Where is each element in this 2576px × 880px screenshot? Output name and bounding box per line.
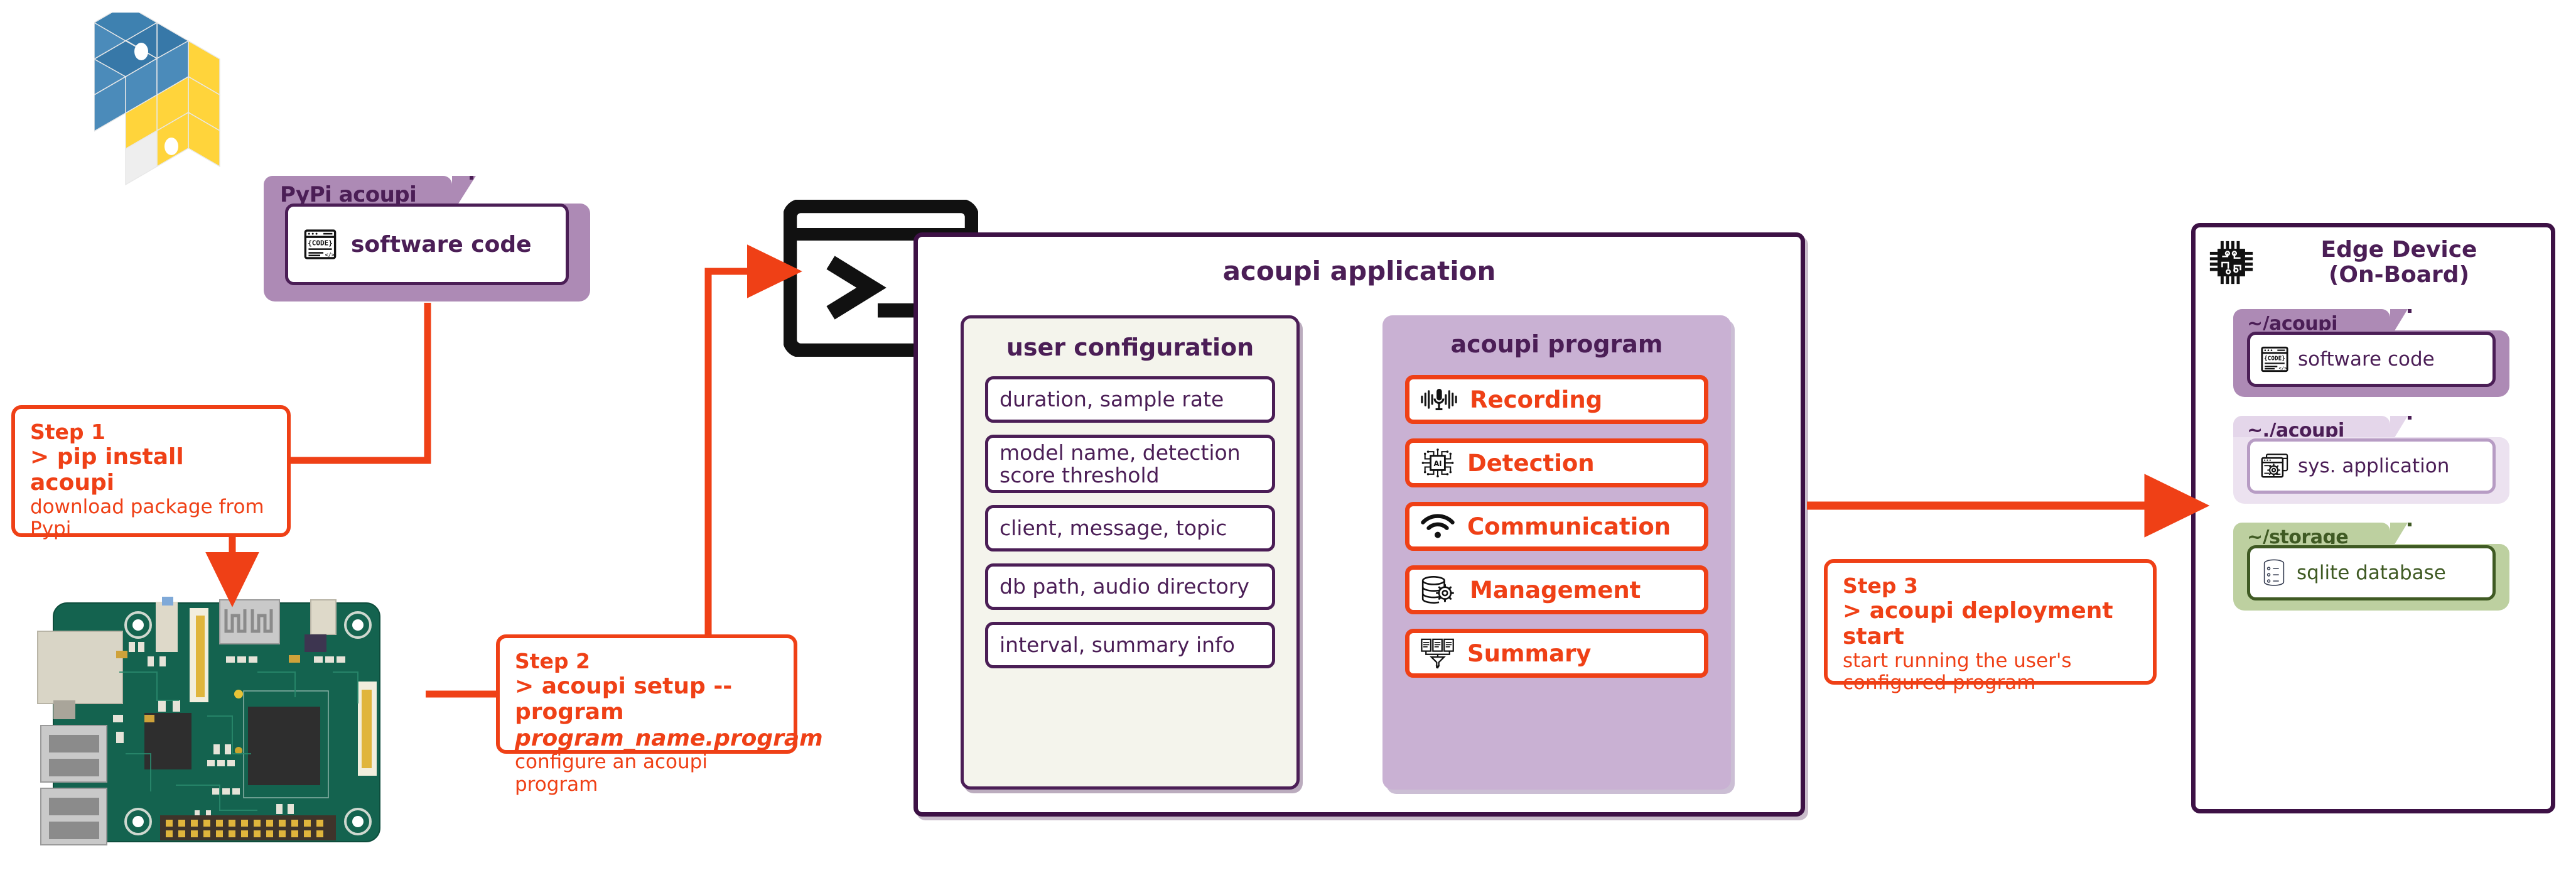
edge-device-title: Edge Device (On-Board) <box>2320 237 2477 288</box>
step-1-title: Step 1 <box>30 420 105 444</box>
wifi-icon <box>1420 512 1456 541</box>
documents-funnel-icon <box>1420 638 1456 669</box>
python-logo-isometric <box>94 13 257 188</box>
program-item-label: Management <box>1470 576 1641 604</box>
svg-text:{CODE}: {CODE} <box>308 239 333 247</box>
config-item[interactable]: model name, detection score threshold <box>985 435 1275 494</box>
program-item-label: Communication <box>1467 513 1671 540</box>
step-2-title: Step 2 <box>515 649 590 673</box>
acoupi-program-title: acoupi program <box>1450 330 1663 358</box>
program-item-label: Summary <box>1467 639 1592 667</box>
code-window-icon: {CODE} </> <box>2260 345 2289 374</box>
program-item-management[interactable]: Management <box>1405 565 1708 614</box>
user-configuration-list: duration, sample rate model name, detect… <box>985 376 1275 669</box>
edge-folder-item-software-code[interactable]: {CODE} </> software code <box>2247 332 2496 387</box>
connector-pypi-to-step1 <box>291 303 431 464</box>
edge-folder-item-label: sqlite database <box>2297 562 2446 584</box>
acoupi-application-title: acoupi application <box>1222 256 1496 286</box>
acoupi-program-list: Recording AI Detection Communication Man… <box>1405 375 1708 678</box>
step-3-callout: Step 3 > acoupi deployment start start r… <box>1824 559 2157 694</box>
program-item-recording[interactable]: Recording <box>1405 375 1708 424</box>
user-configuration-panel: user configuration duration, sample rate… <box>961 315 1300 790</box>
code-window-icon: {CODE} </> <box>303 227 337 261</box>
program-item-label: Detection <box>1467 449 1595 477</box>
edge-device-panel: Edge Device (On-Board) ~/acoupi {CODE} <… <box>2191 223 2555 813</box>
edge-folder-acoupi-app: ~./acoupi sys. application <box>2233 416 2509 504</box>
user-configuration-title: user configuration <box>1006 334 1254 361</box>
step-1-command: > pip install acoupi <box>30 443 184 496</box>
svg-text:</>: </> <box>325 251 335 258</box>
program-item-label: Recording <box>1470 386 1603 413</box>
program-item-detection[interactable]: AI Detection <box>1405 438 1708 487</box>
acoupi-application-panel: acoupi application user configuration du… <box>913 232 1805 817</box>
step-2-description: configure an acoupi program <box>515 751 708 796</box>
program-item-summary[interactable]: Summary <box>1405 629 1708 678</box>
app-windows-gear-icon <box>2260 452 2289 481</box>
diagram-canvas: PyPi acoupi {CODE} </> software code Ste… <box>0 0 2576 880</box>
pypi-software-code-item[interactable]: {CODE} </> software code <box>285 204 569 285</box>
step-1-description: download package from Pypi <box>30 495 264 541</box>
step-1-callout: Step 1 > pip install acoupi download pac… <box>11 405 291 540</box>
config-item[interactable]: client, message, topic <box>985 505 1275 552</box>
edge-folder-storage: ~/storage sqlite database <box>2233 523 2509 611</box>
edge-device-header: Edge Device (On-Board) <box>2207 237 2540 287</box>
edge-folder-item-label: software code <box>2298 348 2435 371</box>
edge-folder-item-label: sys. application <box>2298 455 2450 477</box>
step-2-command-argument: program_name.program <box>515 725 823 751</box>
config-item[interactable]: db path, audio directory <box>985 563 1275 611</box>
connector-step2-to-terminal <box>704 244 802 634</box>
step-3-title: Step 3 <box>1843 573 1918 598</box>
edge-folder-acoupi-code: ~/acoupi {CODE} </> software code <box>2233 309 2509 397</box>
edge-folder-item-sys-application[interactable]: sys. application <box>2247 438 2496 494</box>
step-3-command: > acoupi deployment start <box>1843 597 2113 650</box>
acoupi-program-panel: acoupi program Recording AI Detection Co… <box>1382 315 1731 790</box>
edge-folder-item-sqlite-database[interactable]: sqlite database <box>2247 545 2496 600</box>
step-2-callout: Step 2 > acoupi setup --program program_… <box>496 634 823 796</box>
pypi-software-code-label: software code <box>351 231 532 258</box>
cpu-chip-icon <box>2207 238 2256 287</box>
step-2-command: > acoupi setup --program <box>515 673 733 725</box>
svg-text:{CODE}: {CODE} <box>2264 355 2285 362</box>
program-item-communication[interactable]: Communication <box>1405 502 1708 551</box>
raspberry-pi-board <box>19 597 396 848</box>
config-item[interactable]: duration, sample rate <box>985 376 1275 423</box>
ai-chip-icon: AI <box>1420 447 1456 479</box>
database-gear-icon <box>1420 574 1458 606</box>
svg-text:</>: </> <box>2278 366 2287 371</box>
microphone-waveform-icon <box>1420 384 1458 415</box>
svg-text:AI: AI <box>1433 459 1442 468</box>
database-cylinder-icon <box>2260 558 2288 587</box>
config-item[interactable]: interval, summary info <box>985 622 1275 669</box>
step-3-description: start running the user's configured prog… <box>1843 649 2072 695</box>
pypi-folder: PyPi acoupi {CODE} </> software code <box>264 176 590 301</box>
